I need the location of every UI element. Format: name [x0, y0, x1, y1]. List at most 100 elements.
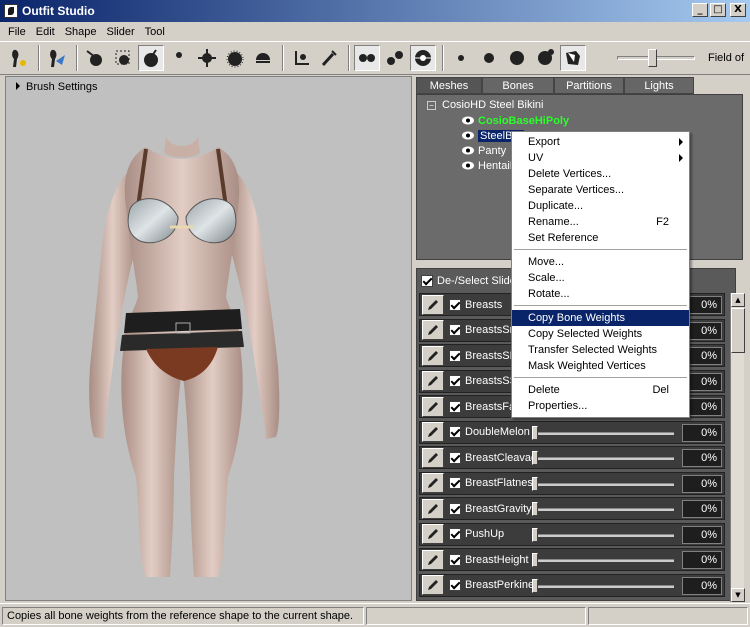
slider-edit-button[interactable] — [422, 294, 444, 315]
slider-value[interactable]: 0% — [682, 423, 722, 442]
3d-viewport[interactable]: Brush Settings — [5, 76, 412, 601]
menu-item-export[interactable]: Export — [512, 134, 689, 150]
slider-value[interactable]: 0% — [682, 449, 722, 467]
tab-bones[interactable]: Bones — [482, 77, 554, 94]
slider-edit-button[interactable] — [422, 371, 444, 391]
scrollbar-thumb[interactable] — [731, 308, 745, 353]
brush-smooth-button[interactable] — [194, 45, 220, 71]
slider-checkbox[interactable] — [449, 477, 461, 489]
slider-checkbox[interactable] — [449, 324, 461, 336]
brush-deflate-button[interactable] — [138, 45, 164, 71]
slider-checkbox[interactable] — [449, 400, 461, 413]
brush-move-button[interactable] — [166, 45, 192, 71]
slider-value[interactable]: 0% — [682, 551, 722, 569]
menu-shape[interactable]: Shape — [60, 26, 102, 38]
menu-item-set-reference[interactable]: Set Reference — [512, 230, 689, 246]
eye-icon[interactable] — [461, 116, 475, 125]
minimize-button[interactable]: _ — [692, 3, 708, 17]
slider-checkbox[interactable] — [449, 298, 461, 311]
slider-checkbox[interactable] — [449, 553, 461, 566]
brush-weight-button[interactable] — [222, 45, 248, 71]
slider-track[interactable] — [532, 508, 674, 511]
slider-checkbox[interactable] — [449, 579, 461, 591]
menu-item-transfer-selected-weights[interactable]: Transfer Selected Weights — [512, 342, 689, 358]
slider-checkbox[interactable] — [449, 426, 461, 438]
slider-checkbox[interactable] — [449, 451, 461, 464]
slider-edit-button[interactable] — [422, 575, 444, 595]
slider-edit-button[interactable] — [422, 345, 444, 366]
view-back-button[interactable] — [476, 45, 502, 71]
slider-value[interactable]: 0% — [682, 525, 722, 544]
slider-thumb[interactable] — [532, 502, 538, 516]
field-of-view-slider[interactable] — [617, 49, 695, 67]
tab-lights[interactable]: Lights — [624, 77, 694, 94]
slider-thumb[interactable] — [532, 451, 538, 465]
eye-icon[interactable] — [461, 131, 475, 140]
collapse-icon[interactable]: − — [427, 100, 436, 110]
slider-edit-button[interactable] — [422, 473, 444, 493]
menu-item-delete-vertices[interactable]: Delete Vertices... — [512, 166, 689, 182]
slider-edit-button[interactable] — [422, 320, 444, 340]
show-mask-button[interactable] — [410, 45, 436, 71]
brush-inflate-button[interactable] — [82, 45, 108, 71]
menu-item-move[interactable]: Move... — [512, 254, 689, 270]
scroll-up-button[interactable]: ▲ — [731, 293, 745, 307]
slider-edit-button[interactable] — [422, 524, 444, 544]
tab-partitions[interactable]: Partitions — [554, 77, 624, 94]
slider-track[interactable] — [532, 533, 674, 537]
slider-track[interactable] — [532, 559, 674, 562]
menu-item-rotate[interactable]: Rotate... — [512, 286, 689, 302]
close-button[interactable]: X — [730, 3, 746, 17]
menu-item-duplicate[interactable]: Duplicate... — [512, 198, 689, 214]
mesh-tree-root[interactable]: − CosioHD Steel Bikini — [427, 99, 543, 111]
menu-file[interactable]: File — [3, 26, 31, 38]
brush-mask-button[interactable] — [110, 45, 136, 71]
slider-track[interactable] — [532, 431, 674, 435]
slider-checkbox[interactable] — [449, 528, 461, 540]
select-all-sliders[interactable]: De-/Select Slide — [421, 275, 516, 287]
menu-item-separate-vertices[interactable]: Separate Vertices... — [512, 182, 689, 198]
menu-item-mask-weighted-vertices[interactable]: Mask Weighted Vertices — [512, 358, 689, 374]
mesh-item[interactable]: Panty — [461, 143, 506, 158]
menu-edit[interactable]: Edit — [31, 26, 60, 38]
eye-icon[interactable] — [461, 161, 475, 170]
slider-track[interactable] — [532, 584, 674, 588]
view-left-button[interactable] — [504, 45, 530, 71]
pivot-button[interactable] — [288, 45, 314, 71]
slider-edit-button[interactable] — [422, 396, 444, 417]
menu-item-scale[interactable]: Scale... — [512, 270, 689, 286]
eye-icon[interactable] — [461, 146, 475, 155]
slider-checkbox[interactable] — [449, 349, 461, 362]
select-all-checkbox[interactable] — [421, 275, 433, 287]
mesh-item[interactable]: HentaiB — [461, 158, 517, 173]
slider-edit-button[interactable] — [422, 498, 444, 519]
menu-item-delete[interactable]: Delete Del — [512, 382, 689, 398]
maximize-button[interactable]: □ — [710, 3, 726, 17]
slider-thumb[interactable] — [532, 476, 538, 491]
slider-edit-button[interactable] — [422, 422, 444, 442]
slider-value[interactable]: 0% — [682, 576, 722, 595]
menu-item-copy-bone-weights[interactable]: Copy Bone Weights — [512, 310, 689, 326]
slider-edit-button[interactable] — [422, 549, 444, 570]
tab-meshes[interactable]: Meshes — [416, 77, 482, 94]
slider-thumb[interactable] — [532, 425, 538, 440]
transform-tool-button[interactable] — [44, 45, 70, 71]
slider-track[interactable] — [532, 457, 674, 460]
slider-checkbox[interactable] — [449, 375, 461, 387]
slider-checkbox[interactable] — [449, 502, 461, 515]
slider-track[interactable] — [532, 482, 674, 486]
slider-thumb[interactable] — [532, 578, 538, 593]
toggle-texture-button[interactable] — [560, 45, 586, 71]
brush-color-button[interactable] — [250, 45, 276, 71]
menu-slider[interactable]: Slider — [102, 26, 140, 38]
mesh-item-reference[interactable]: CosioBaseHiPoly — [461, 113, 569, 128]
eyedropper-button[interactable] — [316, 45, 342, 71]
slider-thumb[interactable] — [532, 527, 538, 542]
field-of-view-slider-thumb[interactable] — [648, 49, 657, 67]
menu-item-copy-selected-weights[interactable]: Copy Selected Weights — [512, 326, 689, 342]
menu-item-uv[interactable]: UV — [512, 150, 689, 166]
slider-scrollbar[interactable]: ▲ ▼ — [730, 293, 745, 602]
view-front-button[interactable] — [448, 45, 474, 71]
view-right-button[interactable] — [532, 45, 558, 71]
slider-value[interactable]: 0% — [682, 474, 722, 493]
